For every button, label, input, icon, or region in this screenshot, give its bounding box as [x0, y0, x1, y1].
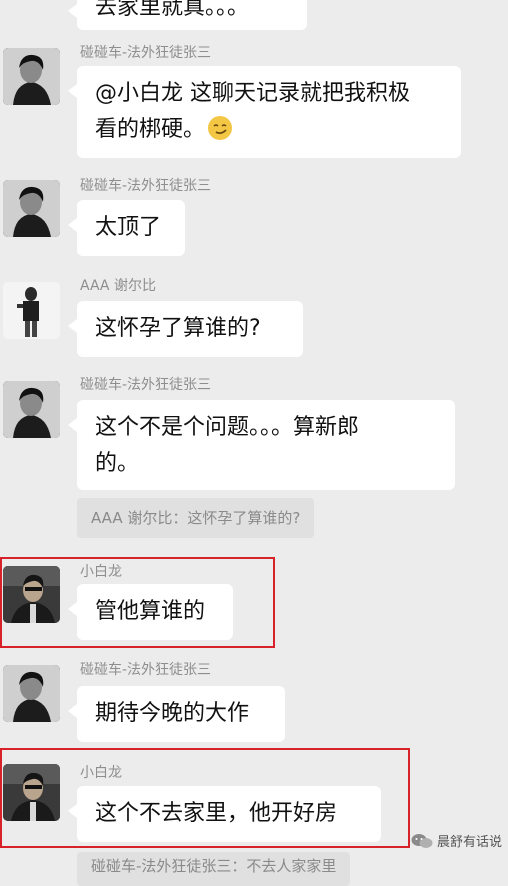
quote-text: AAA 谢尔比：这怀孕了算谁的? — [91, 509, 301, 527]
quoted-message-partial[interactable]: 碰碰车-法外狂徒张三：不去人家家里 — [77, 852, 351, 886]
message-text: 去家里就真。。。 — [95, 0, 250, 20]
message-bubble[interactable]: 这个不去家里，他开好房 — [68, 786, 381, 842]
smirk-emoji-icon — [208, 116, 233, 140]
message-bubble[interactable]: 期待今晚的大作 — [68, 686, 285, 742]
wechat-logo-icon — [411, 833, 433, 848]
sender-name: 碰碰车-法外狂徒张三 — [80, 377, 212, 393]
avatar-zhangsan[interactable] — [3, 381, 60, 438]
avatar-zhangsan[interactable] — [3, 180, 60, 237]
message-line: 这个不去家里，他开好房 — [95, 801, 338, 826]
avatar-xiaobailong[interactable] — [3, 764, 60, 821]
avatar-xieerbi[interactable] — [3, 282, 60, 339]
message-line: 看的梆硬。 — [95, 117, 206, 142]
sender-name: 碰碰车-法外狂徒张三 — [80, 662, 212, 678]
message-line: @小白龙 这聊天记录就把我积极 — [95, 81, 410, 106]
message-bubble[interactable]: 这怀孕了算谁的? — [68, 301, 303, 357]
message-line: 管他算谁的 — [95, 599, 206, 624]
message-line: 的。 — [95, 451, 140, 476]
message-bubble[interactable]: 这个不是个问题。。。算新郎 的。 — [68, 400, 455, 490]
watermark: 晨舒有话说 — [411, 831, 502, 850]
avatar-xiaobailong[interactable] — [3, 566, 60, 623]
watermark-text: 晨舒有话说 — [436, 835, 502, 850]
message-line: 这怀孕了算谁的? — [95, 316, 261, 341]
avatar-zhangsan[interactable] — [3, 665, 60, 722]
quoted-message[interactable]: AAA 谢尔比：这怀孕了算谁的? — [77, 498, 315, 538]
sender-name: 小白龙 — [80, 564, 122, 580]
message-line: 期待今晚的大作 — [95, 701, 250, 726]
avatar-zhangsan[interactable] — [3, 48, 60, 105]
message-bubble-partial-top[interactable]: 去家里就真。。。 — [68, 0, 307, 30]
sender-name: AAA 谢尔比 — [80, 278, 156, 294]
message-bubble[interactable]: 管他算谁的 — [68, 584, 233, 640]
message-bubble[interactable]: @小白龙 这聊天记录就把我积极 看的梆硬。 — [68, 66, 461, 158]
message-line: 这个不是个问题。。。算新郎 — [95, 415, 360, 440]
sender-name: 小白龙 — [80, 765, 122, 781]
sender-name: 碰碰车-法外狂徒张三 — [80, 178, 212, 194]
message-bubble[interactable]: 太顶了 — [68, 200, 185, 256]
quote-text: 碰碰车-法外狂徒张三：不去人家家里 — [91, 857, 337, 875]
message-line: 太顶了 — [95, 215, 162, 240]
sender-name: 碰碰车-法外狂徒张三 — [80, 45, 212, 61]
